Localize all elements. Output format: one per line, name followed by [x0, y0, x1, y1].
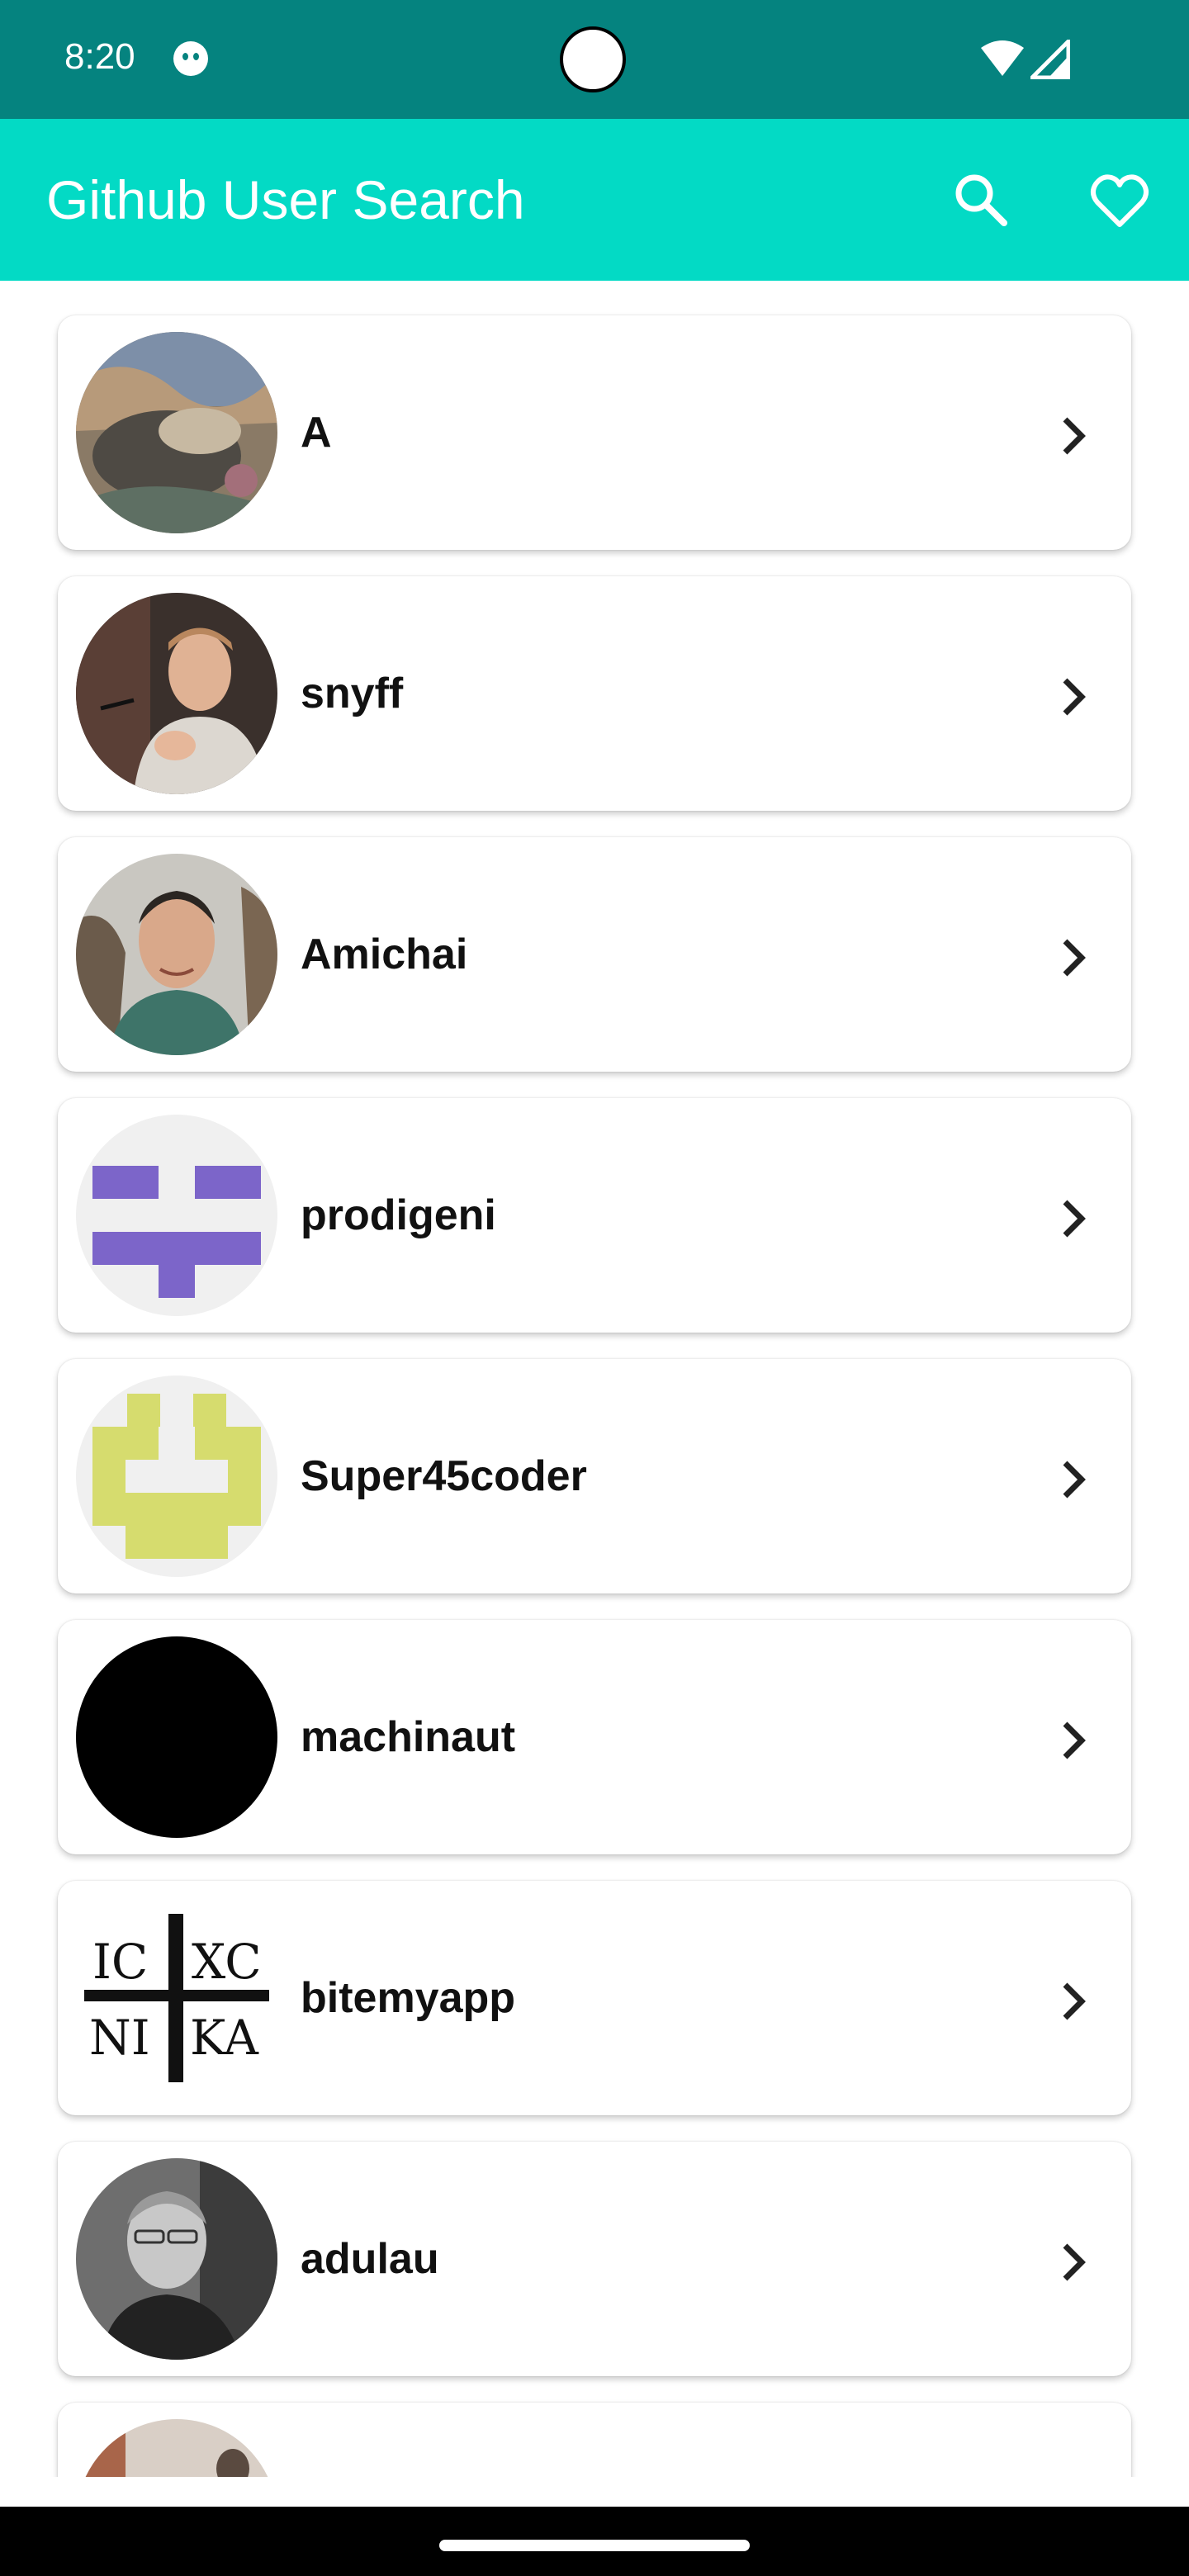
username: Super45coder: [301, 1452, 587, 1500]
app-title: Github User Search: [46, 169, 525, 230]
user-avatar: [76, 332, 277, 533]
chevron-right-icon: [1063, 678, 1086, 716]
user-card[interactable]: IC XC NI KA bitemyapp: [58, 1881, 1131, 2115]
chevron-right-icon: [1063, 1461, 1086, 1499]
chevron-right-icon: [1063, 1200, 1086, 1238]
svg-text:KA: KA: [190, 2010, 259, 2066]
camera-cutout: [560, 26, 626, 92]
username: snyff: [301, 670, 404, 717]
cell-signal-icon: [1030, 40, 1070, 79]
search-button[interactable]: [950, 168, 1012, 231]
status-time: 8:20: [64, 36, 135, 77]
user-avatar: [76, 593, 277, 794]
user-avatar: [76, 1636, 277, 1838]
username: adulau: [301, 2235, 439, 2283]
username: bitemyapp: [301, 1974, 516, 2022]
user-card[interactable]: A: [58, 315, 1131, 550]
username: A: [301, 409, 332, 457]
svg-text:IC: IC: [92, 1934, 148, 1990]
chevron-right-icon: [1063, 1721, 1086, 1759]
username: Amichai: [301, 930, 468, 978]
username: machinaut: [301, 1713, 516, 1761]
chevron-right-icon: [1063, 1982, 1086, 2020]
home-gesture-handle[interactable]: [439, 2540, 750, 2551]
system-nav-bar: [0, 2507, 1189, 2576]
user-avatar: IC XC NI KA: [76, 1897, 277, 2099]
wifi-icon: [981, 40, 1024, 76]
status-bar: 8:20: [0, 0, 1189, 119]
user-avatar: [76, 1115, 277, 1316]
user-avatar: [76, 854, 277, 1055]
svg-text:XC: XC: [192, 1934, 262, 1990]
user-avatar: [76, 2158, 277, 2360]
username: prodigeni: [301, 1191, 496, 1239]
user-card[interactable]: machinaut: [58, 1620, 1131, 1854]
app-bar: Github User Search: [0, 119, 1189, 281]
user-list[interactable]: A snyff Amichai prodigeni Super45coder m…: [0, 281, 1189, 2477]
favorites-button[interactable]: [1088, 170, 1151, 233]
user-card[interactable]: Super45coder: [58, 1359, 1131, 1593]
search-icon: [955, 174, 1007, 226]
user-avatar: [76, 1376, 277, 1577]
user-card[interactable]: snyff: [58, 576, 1131, 811]
notification-icon: [173, 41, 208, 76]
user-avatar: [76, 2419, 277, 2477]
heart-outline-icon: [1091, 174, 1149, 227]
user-card[interactable]: Amichai: [58, 837, 1131, 1072]
chevron-right-icon: [1063, 2243, 1086, 2281]
user-card[interactable]: prodigeni: [58, 1098, 1131, 1333]
chevron-right-icon: [1063, 939, 1086, 977]
user-card[interactable]: adulau: [58, 2142, 1131, 2376]
svg-text:NI: NI: [89, 2010, 150, 2066]
chevron-right-icon: [1063, 417, 1086, 455]
user-card[interactable]: [58, 2403, 1131, 2477]
